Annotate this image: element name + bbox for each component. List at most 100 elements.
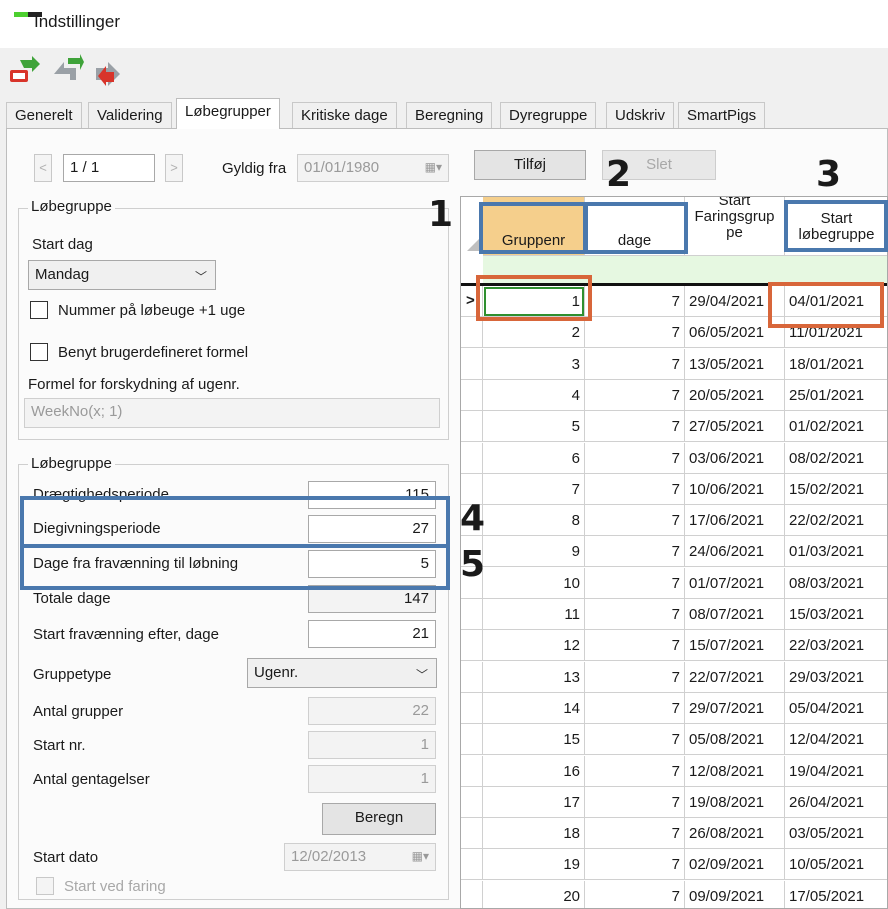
add-button[interactable]: Tilføj — [474, 150, 586, 180]
grid-cell[interactable]: 12 — [483, 630, 585, 662]
formula-input[interactable]: WeekNo(x; 1) — [24, 398, 440, 428]
grid-cell[interactable]: 7 — [585, 411, 685, 443]
calculate-button[interactable]: Beregn — [322, 803, 436, 835]
row-header[interactable] — [461, 599, 483, 630]
grid-cell[interactable]: 8 — [483, 505, 585, 537]
grid-cell[interactable]: 12/08/2021 — [685, 755, 785, 787]
grid-cell[interactable]: 7 — [585, 630, 685, 662]
row-header[interactable] — [461, 818, 483, 850]
save-icon[interactable] — [8, 54, 42, 88]
grid-cell[interactable]: 3 — [483, 348, 585, 380]
next-record-button[interactable]: > — [165, 154, 183, 182]
grid-cell[interactable]: 7 — [483, 473, 585, 505]
grid-cell[interactable]: 5 — [483, 411, 585, 443]
grid-cell[interactable]: 2 — [483, 317, 585, 349]
tab-kritiske-dage[interactable]: Kritiske dage — [292, 102, 397, 128]
grid-cell[interactable]: 24/06/2021 — [685, 536, 785, 568]
start-weaning-after-input[interactable]: 21 — [308, 620, 436, 648]
grid-cell[interactable]: 13/05/2021 — [685, 348, 785, 380]
grid-cell[interactable]: 22/07/2021 — [685, 661, 785, 693]
grid-cell[interactable]: 7 — [585, 755, 685, 787]
grid-cell[interactable]: 12/04/2021 — [785, 724, 887, 756]
start-at-farrowing-checkbox[interactable] — [36, 877, 54, 895]
start-date-picker[interactable]: 12/02/2013 ▦▾ — [284, 843, 436, 871]
grid-cell[interactable]: 7 — [585, 880, 685, 908]
start-day-select[interactable]: Mandag ﹀ — [28, 260, 216, 290]
grid-cell[interactable]: 7 — [585, 818, 685, 850]
grid-cell[interactable]: 25/01/2021 — [785, 380, 887, 411]
grid-cell[interactable]: 20 — [483, 880, 585, 908]
grid-cell[interactable]: 7 — [585, 379, 685, 411]
grid-cell[interactable]: 7 — [585, 286, 685, 317]
row-header[interactable] — [461, 786, 483, 818]
grid-cell[interactable]: 17/06/2021 — [685, 505, 785, 537]
row-header[interactable] — [461, 411, 483, 443]
grid-cell[interactable]: 19/08/2021 — [685, 786, 785, 818]
grid-cell[interactable]: 03/05/2021 — [785, 818, 887, 850]
start-nr-input[interactable]: 1 — [308, 731, 436, 759]
grid-cell[interactable]: 26/08/2021 — [685, 818, 785, 850]
grid-cell[interactable]: 22/02/2021 — [785, 505, 887, 537]
grid-cell[interactable]: 09/09/2021 — [685, 880, 785, 908]
row-header[interactable] — [461, 880, 483, 908]
row-header[interactable] — [461, 442, 483, 474]
grid-cell[interactable]: 6 — [483, 442, 585, 474]
grid-cell[interactable]: 26/04/2021 — [785, 787, 887, 818]
row-header[interactable] — [461, 317, 483, 349]
tab-validering[interactable]: Validering — [88, 102, 172, 128]
grid-cell[interactable]: 7 — [585, 536, 685, 568]
row-header[interactable] — [461, 692, 483, 724]
grid-cell[interactable]: 29/03/2021 — [785, 662, 887, 693]
tab-lobegrupper[interactable]: Løbegrupper — [176, 98, 280, 129]
grid-cell[interactable]: 08/07/2021 — [685, 599, 785, 630]
grid-cell[interactable]: 9 — [483, 536, 585, 568]
grid-cell[interactable]: 05/08/2021 — [685, 724, 785, 756]
tab-dyregruppe[interactable]: Dyregruppe — [500, 102, 597, 128]
grid-cell[interactable]: 7 — [585, 473, 685, 505]
redo-icon[interactable] — [92, 54, 126, 88]
undo-icon[interactable] — [50, 54, 84, 88]
grid-cell[interactable]: 17/05/2021 — [785, 881, 887, 908]
custom-formula-checkbox[interactable] — [30, 343, 48, 361]
grid-cell[interactable]: 20/05/2021 — [685, 379, 785, 411]
num-groups-input[interactable]: 22 — [308, 697, 436, 725]
grid-cell[interactable]: 13 — [483, 661, 585, 693]
grid-cell[interactable]: 15/07/2021 — [685, 630, 785, 662]
grid-cell[interactable]: 7 — [585, 724, 685, 756]
grid-cell[interactable]: 7 — [585, 348, 685, 380]
grid-cell[interactable]: 10/05/2021 — [785, 849, 887, 881]
grid-cell[interactable]: 15/03/2021 — [785, 599, 887, 630]
grid-cell[interactable]: 02/09/2021 — [685, 849, 785, 881]
row-header[interactable] — [461, 348, 483, 380]
grid-cell[interactable]: 01/07/2021 — [685, 567, 785, 599]
grid-cell[interactable]: 14 — [483, 692, 585, 724]
prev-record-button[interactable]: < — [34, 154, 52, 182]
grid-cell[interactable]: 19/04/2021 — [785, 756, 887, 787]
grid-cell[interactable]: 05/04/2021 — [785, 693, 887, 724]
grid-cell[interactable]: 7 — [585, 567, 685, 599]
grid-cell[interactable]: 18 — [483, 818, 585, 850]
grid-cell[interactable]: 01/03/2021 — [785, 536, 887, 568]
grid-cell[interactable]: 19 — [483, 849, 585, 881]
grid-cell[interactable]: 7 — [585, 442, 685, 474]
grid-cell[interactable]: 7 — [585, 505, 685, 537]
grid-cell[interactable]: 15/02/2021 — [785, 474, 887, 505]
week-plus-one-checkbox[interactable] — [30, 301, 48, 319]
valid-from-date-picker[interactable]: 01/01/1980 ▦▾ — [297, 154, 449, 182]
group-type-select[interactable]: Ugenr. ﹀ — [247, 658, 437, 688]
repeat-count-input[interactable]: 1 — [308, 765, 436, 793]
grid-cell[interactable]: 03/06/2021 — [685, 442, 785, 474]
grid-cell[interactable]: 17 — [483, 786, 585, 818]
row-header[interactable] — [461, 630, 483, 662]
grid-cell[interactable]: 08/03/2021 — [785, 568, 887, 599]
row-header[interactable] — [461, 379, 483, 411]
grid-cell[interactable]: 7 — [585, 692, 685, 724]
row-header[interactable] — [461, 755, 483, 787]
grid-cell[interactable]: 22/03/2021 — [785, 630, 887, 662]
grid-cell[interactable]: 4 — [483, 379, 585, 411]
grid-cell[interactable]: 7 — [585, 786, 685, 818]
tab-generelt[interactable]: Generelt — [6, 102, 82, 128]
grid-cell[interactable]: 10 — [483, 567, 585, 599]
grid-cell[interactable]: 10/06/2021 — [685, 473, 785, 505]
grid-cell[interactable]: 27/05/2021 — [685, 411, 785, 443]
